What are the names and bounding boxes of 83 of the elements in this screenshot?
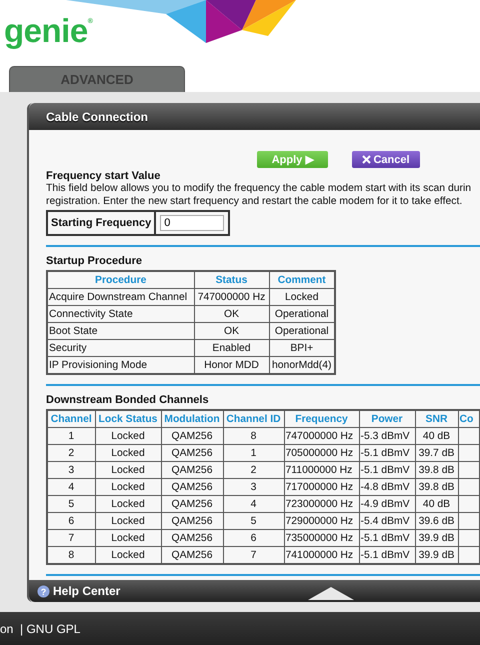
table-cell: Security [47,340,194,356]
table-cell: 40 dB [415,496,458,512]
table-cell: 723000000 Hz [284,496,359,512]
table-cell: 39.7 dB [415,444,458,462]
table-cell: 747000000 Hz [194,288,269,306]
table-cell: Locked [95,478,161,496]
table-cell: Locked [95,462,161,478]
close-icon [362,155,372,164]
table-cell: QAM256 [161,512,223,530]
table-cell: QAM256 [161,530,223,546]
section-heading: Startup Procedure [46,255,143,267]
table-cell: 717000000 Hz [284,478,359,496]
table-cell: 705000000 Hz [284,444,359,462]
table-cell: 8 [223,428,284,444]
table-cell: QAM256 [161,478,223,496]
genie-logo: genie$^{®}$ [4,14,92,47]
panel-title: Cable Connection [29,103,480,130]
table-cell: 7 [47,530,95,546]
table-cell: OK [194,322,269,340]
column-header: Lock Status [95,410,161,428]
table-cell: 729000000 Hz [284,512,359,530]
table-cell: 39.9 dB [415,530,458,546]
help-center-link[interactable]: Help Center [53,584,120,598]
table-cell: 1 [223,444,284,462]
table-cell: -5.1 dBmV [359,444,415,462]
table-cell: 711000000 Hz [284,462,359,478]
section-heading: Downstream Bonded Channels [46,394,210,406]
table-cell: 5 [223,512,284,530]
table-cell: 5 [47,496,95,512]
table-cell: 4 [47,478,95,496]
table-cell: 4 [223,496,284,512]
starting-frequency-field[interactable]: 0 [160,215,224,231]
table-cell: 40 dB [415,428,458,444]
field-label: Starting Frequency [48,212,156,234]
cancel-button[interactable]: Cancel [352,151,420,168]
table-cell: 39.8 dB [415,462,458,478]
table-cell: -5.1 dBmV [359,530,415,546]
table-cell: IP Provisioning Mode [47,356,194,374]
table-cell: 2 [223,462,284,478]
table-cell: Connectivity State [47,306,194,322]
column-header: Channel [47,410,95,428]
table-cell: QAM256 [161,428,223,444]
table-cell: Locked [95,496,161,512]
table-cell: Locked [95,530,161,546]
table-cell: Locked [95,428,161,444]
expand-arrow-icon[interactable] [308,587,354,600]
table-cell: -4.8 dBmV [359,478,415,496]
table-cell: -5.3 dBmV [359,428,415,444]
section-heading: Frequency start Value [46,170,162,182]
table-cell: -5.4 dBmV [359,512,415,530]
table-cell: OK [194,306,269,322]
table-cell: 3 [47,462,95,478]
table-cell: 747000000 Hz [284,428,359,444]
table-cell: Locked [95,444,161,462]
description-text: registration. Enter the new start frequency and restart the cable modem for it to take effect. [46,195,464,208]
table-cell: Boot State [47,322,194,340]
table-cell: QAM256 [161,462,223,478]
table-cell: -4.9 dBmV [359,496,415,512]
column-header: Modulation [161,410,223,428]
column-header: Procedure [47,271,194,288]
table-cell: 1 [47,428,95,444]
column-header: Status [194,271,269,288]
table-cell: 3 [223,478,284,496]
table-cell: QAM256 [161,496,223,512]
column-header: Frequency [284,410,359,428]
table-cell: 735000000 Hz [284,530,359,546]
table-cell: -5.1 dBmV [359,462,415,478]
table-cell: 39.6 dB [415,512,458,530]
column-header: Power [359,410,415,428]
footer-links[interactable]: on | GNU GPL [0,622,80,636]
table-cell: Acquire Downstream Channel [47,288,194,306]
table-cell: -5.1 dBmV [359,546,415,564]
table-cell: 6 [223,530,284,546]
table-cell: Enabled [194,340,269,356]
column-header: SNR [415,410,458,428]
column-header: Channel ID [223,410,284,428]
table-cell: 39.8 dB [415,478,458,496]
table-cell: 6 [47,512,95,530]
table-cell: Locked [95,512,161,530]
table-cell: 741000000 Hz [284,546,359,564]
description-text: This field below allows you to modify the frequency the cable modem start with its scan durin [46,182,472,195]
table-cell: 2 [47,444,95,462]
table-cell: QAM256 [161,444,223,462]
